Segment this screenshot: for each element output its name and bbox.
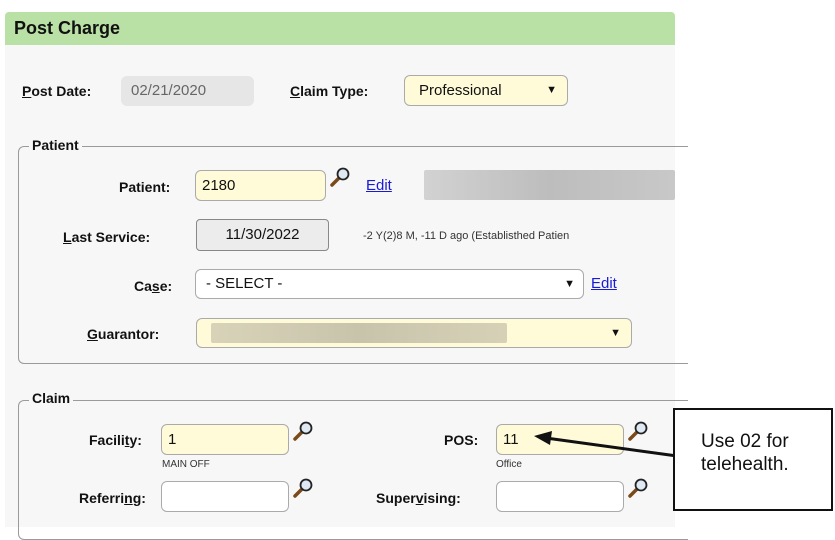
claim-type-select[interactable]: Professional ▼ xyxy=(404,75,568,106)
guarantor-label-accel: G xyxy=(87,326,98,342)
case-label-accel: s xyxy=(151,278,160,294)
magnifier-icon[interactable] xyxy=(292,477,314,499)
last-service-label: Last Service: xyxy=(63,229,150,245)
claim-type-label-text: laim Type: xyxy=(300,83,369,99)
supervising-label-post: ising: xyxy=(423,490,461,506)
facility-label: Facility: xyxy=(89,432,142,448)
magnifier-icon[interactable] xyxy=(627,477,649,499)
supervising-label-pre: Super xyxy=(376,490,416,506)
callout-line-2: telehealth. xyxy=(701,454,789,475)
patient-edit-link[interactable]: Edit xyxy=(366,177,392,194)
pos-label: POS: xyxy=(444,432,479,448)
guarantor-label: Guarantor: xyxy=(87,326,159,342)
last-service-note: -2 Y(2)8 M, -11 D ago (Establisthed Pati… xyxy=(363,230,570,242)
last-service-label-accel: L xyxy=(63,229,72,245)
supervising-input[interactable] xyxy=(496,481,624,512)
facility-description: MAIN OFF xyxy=(162,459,210,470)
guarantor-label-text: uarantor: xyxy=(97,326,160,342)
facility-input[interactable]: 1 xyxy=(161,424,289,455)
post-date-field: 02/21/2020 xyxy=(121,76,254,106)
facility-label-post: y: xyxy=(129,432,142,448)
claim-type-label-accel: C xyxy=(290,83,301,99)
page-title: Post Charge xyxy=(5,12,675,45)
case-label-pre: Ca xyxy=(134,278,152,294)
callout-line-1: Use 02 for xyxy=(701,431,789,452)
magnifier-icon[interactable] xyxy=(292,420,314,442)
claim-type-value: Professional xyxy=(419,82,502,99)
guarantor-name-redacted xyxy=(211,323,507,343)
referring-label-accel: n xyxy=(124,490,133,506)
post-date-label-accel: P xyxy=(22,83,32,99)
dropdown-arrow-icon: ▼ xyxy=(610,327,621,339)
post-date-label-text: ost Date: xyxy=(31,83,92,99)
last-service-button[interactable]: 11/30/2022 xyxy=(196,219,329,251)
magnifier-icon[interactable] xyxy=(329,166,351,188)
guarantor-select[interactable]: ▼ xyxy=(196,318,632,348)
claim-legend: Claim xyxy=(29,390,74,406)
claim-type-label: Claim Type: xyxy=(290,83,368,99)
referring-input[interactable] xyxy=(161,481,289,512)
patient-name-redacted xyxy=(424,170,675,200)
post-date-label: Post Date: xyxy=(22,83,91,99)
claim-fieldset xyxy=(18,400,688,540)
case-label-post: e: xyxy=(159,278,173,294)
referring-label-post: g: xyxy=(132,490,146,506)
patient-input[interactable]: 2180 xyxy=(195,170,326,201)
patient-legend: Patient xyxy=(29,137,82,153)
case-value: - SELECT - xyxy=(206,275,283,292)
dropdown-arrow-icon: ▼ xyxy=(564,278,575,290)
case-edit-link[interactable]: Edit xyxy=(591,275,617,292)
referring-label: Referring: xyxy=(79,490,146,506)
callout-arrow xyxy=(534,431,678,458)
last-service-label-text: ast Service: xyxy=(71,229,151,245)
case-label: Case: xyxy=(134,278,172,294)
dropdown-arrow-icon: ▼ xyxy=(546,84,557,96)
telehealth-callout: Use 02 for telehealth. xyxy=(673,408,833,511)
patient-label: Patient: xyxy=(119,179,171,195)
referring-label-pre: Referri xyxy=(79,490,125,506)
supervising-label: Supervising: xyxy=(376,490,461,506)
facility-label-pre: Facili xyxy=(89,432,125,448)
case-select[interactable]: - SELECT - ▼ xyxy=(195,269,584,299)
pos-description: Office xyxy=(496,459,522,470)
